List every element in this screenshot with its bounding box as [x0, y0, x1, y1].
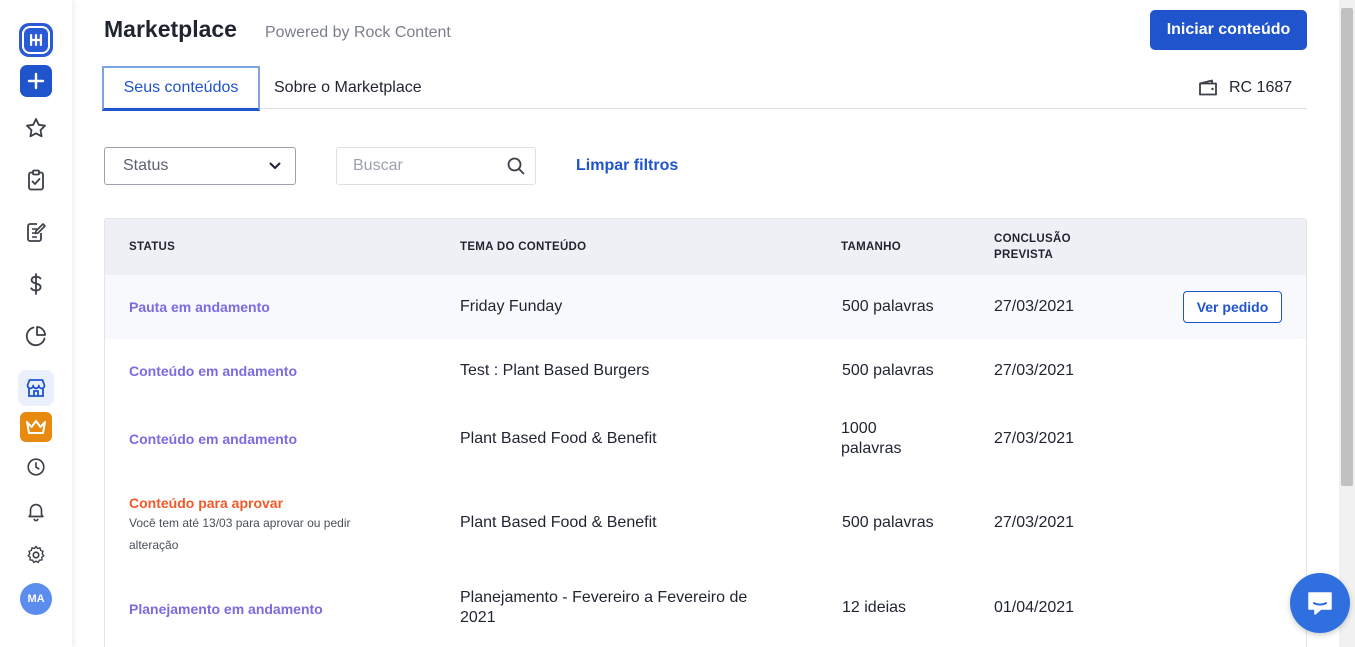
row-size: 500 palavras	[842, 514, 934, 531]
bell-icon[interactable]	[18, 493, 54, 529]
row-theme: Plant Based Food & Benefit	[460, 514, 657, 531]
row-status-note: Você tem até 13/03 para aprovar ou pedir…	[129, 516, 351, 552]
plus-icon[interactable]	[20, 65, 52, 97]
row-theme: Friday Funday	[460, 298, 563, 315]
chevron-down-icon	[269, 162, 281, 169]
credits-label: RC 1687	[1229, 79, 1293, 96]
edit-document-icon[interactable]	[18, 214, 54, 250]
column-header-conclusion: CONCLUSÃO PREVISTA	[994, 233, 1071, 261]
row-date: 27/03/2021	[994, 362, 1075, 379]
clipboard-check-icon[interactable]	[18, 162, 54, 198]
table-row: Conteúdo para aprovar Você tem até 13/03…	[105, 475, 1306, 571]
chat-icon[interactable]	[1290, 573, 1350, 633]
column-header-size: TAMANHO	[841, 241, 902, 253]
star-icon[interactable]	[18, 110, 54, 146]
tab-seus-conteudos[interactable]: Seus conteúdos	[102, 66, 260, 111]
dollar-icon[interactable]	[18, 266, 54, 302]
crown-icon[interactable]	[20, 412, 52, 442]
column-header-theme: TEMA DO CONTEÚDO	[460, 241, 587, 253]
status-select-value: Status	[123, 157, 169, 174]
status-select[interactable]: Status	[104, 147, 296, 185]
row-theme: Plant Based Food & Benefit	[460, 430, 657, 447]
search-input[interactable]	[353, 157, 493, 175]
row-size: 500 palavras	[842, 298, 934, 315]
gear-icon[interactable]	[18, 537, 54, 573]
table-row: Pauta em andamento Friday Funday 500 pal…	[105, 275, 1306, 339]
row-status: Conteúdo para aprovar	[129, 495, 284, 511]
row-date: 27/03/2021	[994, 298, 1075, 315]
row-status: Pauta em andamento	[129, 299, 270, 315]
row-theme: Planejamento - Fevereiro a Fevereiro de …	[460, 589, 748, 626]
row-date: 27/03/2021	[994, 430, 1075, 447]
table-header: STATUS TEMA DO CONTEÚDO TAMANHO CONCLUSÃ…	[105, 219, 1306, 275]
column-header-status: STATUS	[129, 241, 176, 253]
row-size: 500 palavras	[842, 362, 934, 379]
avatar[interactable]: MA	[20, 583, 52, 615]
wallet-icon	[1199, 79, 1217, 96]
table-row: Planejamento em andamento Planejamento -…	[105, 571, 1306, 647]
row-theme: Test : Plant Based Burgers	[460, 362, 650, 379]
row-status: Conteúdo em andamento	[129, 431, 298, 447]
row-size: 12 ideias	[842, 599, 907, 616]
start-content-button[interactable]: Iniciar conteúdo	[1150, 10, 1307, 50]
contents-table: STATUS TEMA DO CONTEÚDO TAMANHO CONCLUSÃ…	[104, 218, 1307, 647]
tab-sobre-marketplace[interactable]: Sobre o Marketplace	[274, 79, 422, 97]
row-date: 27/03/2021	[994, 514, 1075, 531]
row-status: Conteúdo em andamento	[129, 363, 298, 379]
clock-icon[interactable]	[18, 449, 54, 485]
scrollbar-thumb[interactable]	[1341, 8, 1353, 486]
logo-icon[interactable]	[19, 23, 53, 57]
sidebar: MA	[0, 0, 72, 647]
search-icon[interactable]	[507, 157, 525, 175]
table-row: Conteúdo em andamento Plant Based Food &…	[105, 403, 1306, 475]
row-date: 01/04/2021	[994, 599, 1075, 616]
tabs-divider	[104, 108, 1307, 109]
row-size: 1000 palavras	[841, 420, 902, 457]
search-box	[336, 147, 536, 185]
view-order-button[interactable]: Ver pedido	[1183, 291, 1282, 323]
pie-chart-icon[interactable]	[18, 318, 54, 354]
table-row: Conteúdo em andamento Test : Plant Based…	[105, 339, 1306, 403]
row-status: Planejamento em andamento	[129, 601, 323, 617]
credits-balance: RC 1687	[1197, 78, 1292, 98]
clear-filters-link[interactable]: Limpar filtros	[576, 157, 678, 175]
page-title: Marketplace	[104, 16, 237, 42]
page-subtitle: Powered by Rock Content	[265, 24, 451, 41]
store-icon[interactable]	[18, 370, 54, 406]
